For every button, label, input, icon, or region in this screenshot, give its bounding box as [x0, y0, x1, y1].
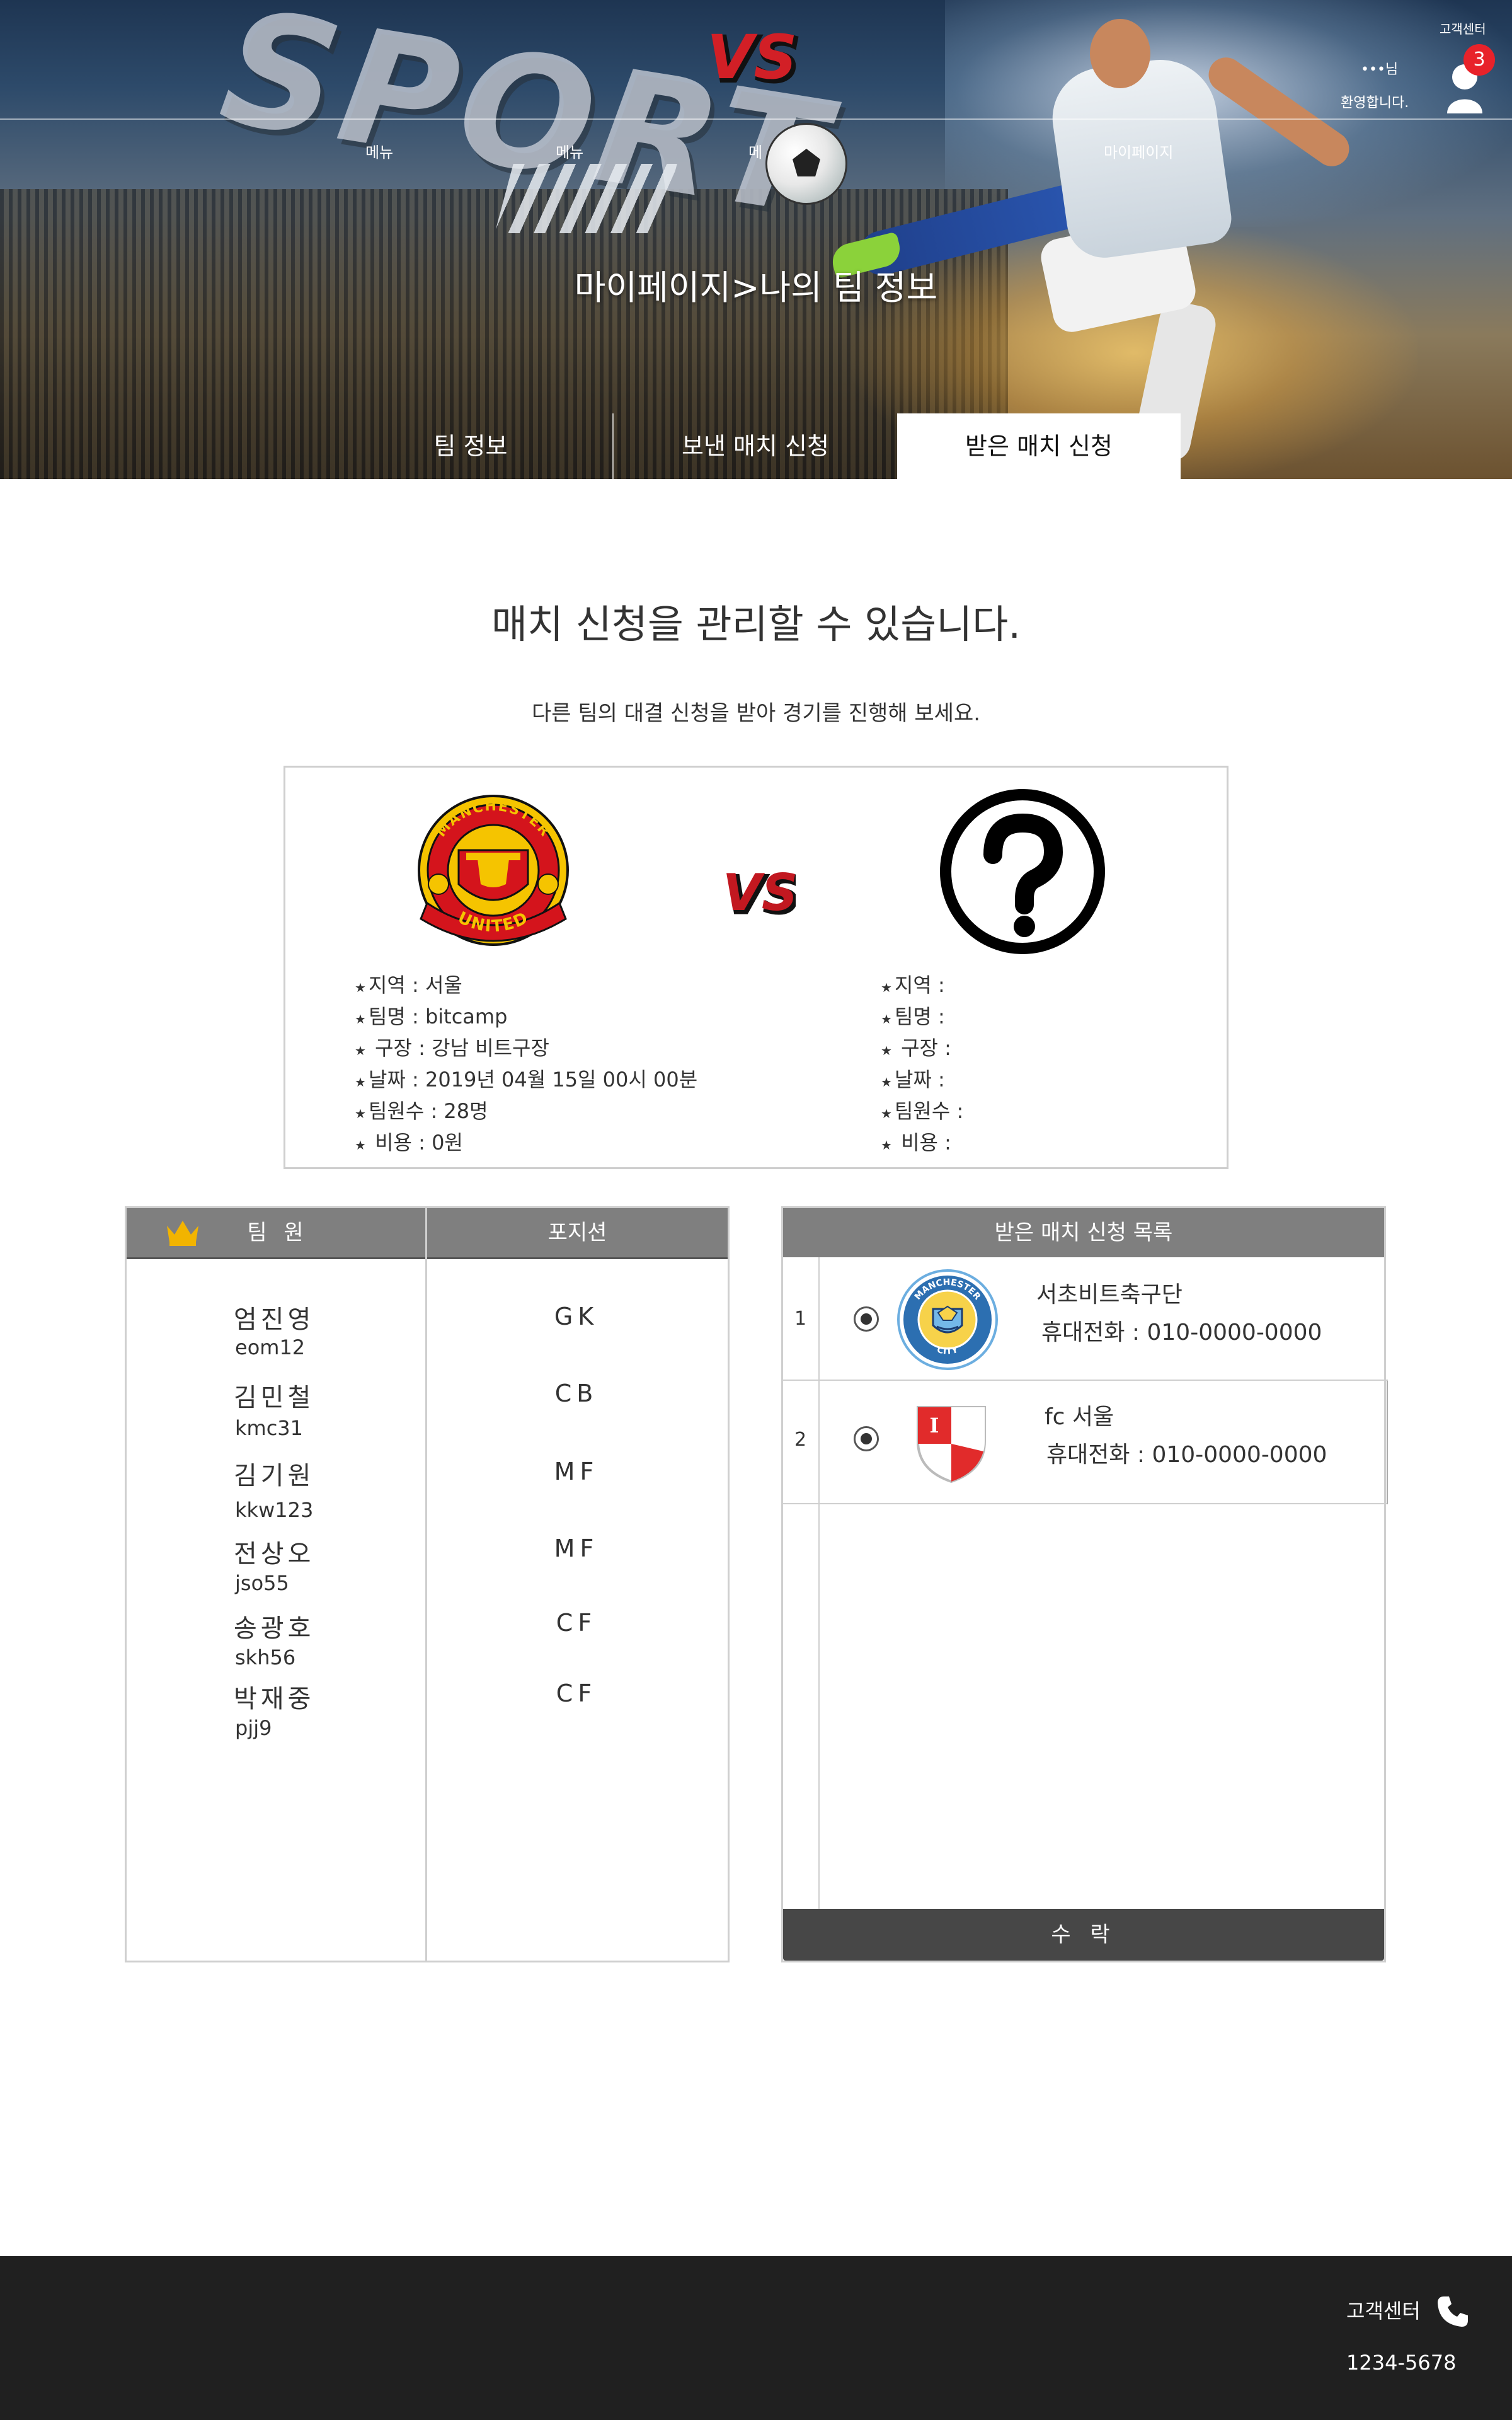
star-icon: ★: [881, 1138, 892, 1153]
star-icon: ★: [881, 1075, 892, 1090]
info-member-count: ★ 팀원수 :: [881, 1099, 964, 1123]
info-date: ★ 날짜 :: [881, 1068, 945, 1092]
member-name: 전상오: [234, 1540, 315, 1569]
info-cost: ★ 비용 :: [881, 1131, 951, 1155]
tab-sent-requests[interactable]: 보낸 매치 신청: [614, 413, 897, 479]
member-position: CF: [556, 1609, 597, 1637]
tab-received-requests[interactable]: 받은 매치 신청: [897, 413, 1181, 479]
intro-title: 매치 신청을 관리할 수 있습니다.: [491, 601, 1021, 647]
intro-subtitle: 다른 팀의 대결 신청을 받아 경기를 진행해 보세요.: [531, 701, 981, 726]
footer-phone-number: 1234-5678: [1346, 2351, 1457, 2375]
star-icon: ★: [881, 1011, 892, 1027]
member-position: CB: [554, 1380, 598, 1407]
tab-team-info[interactable]: 팀 정보: [329, 413, 612, 479]
member-name: 엄진영: [234, 1305, 315, 1334]
request-number: 1: [794, 1308, 807, 1330]
nav-divider: [0, 118, 1512, 120]
star-icon: ★: [355, 1138, 366, 1153]
star-icon: ★: [355, 1011, 366, 1027]
star-icon: ★: [355, 980, 366, 995]
info-team-name: ★ 팀명 :: [881, 1005, 945, 1028]
vs-logo-text: VS: [707, 22, 797, 93]
vs-divider-logo: VS VS: [723, 863, 796, 925]
request-team-name: fc 서울: [1045, 1404, 1114, 1430]
notification-badge[interactable]: 3: [1463, 44, 1495, 76]
info-cost: ★ 비용 : 0원: [355, 1131, 463, 1155]
position-header-label: 포지션: [547, 1220, 607, 1245]
member-id: pjj9: [235, 1716, 272, 1740]
match-card: MANCHESTER UNITED VS VS ★ 지역 : 서울 ★ 팀명 : b…: [284, 766, 1228, 1169]
hero-banner: SPORT VS VS 고객센터 •••님 환영합니다. 3 메뉴 메뉴 메 마…: [0, 0, 1512, 479]
request-team-phone: 휴대전화 : 010-0000-0000: [1046, 1442, 1327, 1468]
star-icon: ★: [881, 980, 892, 995]
member-position: MF: [554, 1458, 599, 1485]
player-arm: [1201, 50, 1356, 173]
member-name: 김기원: [234, 1461, 315, 1490]
greeting-message: 환영합니다.: [1341, 95, 1409, 111]
player-image: [819, 19, 1449, 464]
accept-button[interactable]: 수 락: [783, 1909, 1384, 1961]
star-icon: ★: [881, 1106, 892, 1121]
hero-stripes: [495, 164, 677, 233]
info-team-name: ★ 팀명 : bitcamp: [355, 1005, 508, 1028]
star-icon: ★: [355, 1043, 366, 1058]
request-team-name: 서초비트축구단: [1036, 1282, 1183, 1308]
crown-icon: [167, 1221, 198, 1246]
member-position: MF: [554, 1535, 599, 1562]
page-title: 마이페이지>나의 팀 정보: [574, 268, 938, 308]
footer-support-label: 고객센터: [1346, 2299, 1421, 2323]
manchester-city-crest-icon: MANCHESTER CITY: [897, 1269, 998, 1370]
star-icon: ★: [881, 1043, 892, 1058]
request-row[interactable]: 2 I fc 서울 휴대전화 : 010-0000-0000: [783, 1381, 1388, 1504]
info-region: ★ 지역 : 서울: [355, 973, 462, 997]
shield-crest-icon: I: [917, 1406, 986, 1484]
home-team-info: ★ 지역 : 서울 ★ 팀명 : bitcamp ★ 구장 : 강남 비트구장 ★ 날…: [355, 969, 697, 1158]
city-crest-bottom-text: CITY: [936, 1345, 959, 1357]
support-link[interactable]: 고객센터: [1440, 19, 1486, 37]
member-id: kkw123: [235, 1498, 314, 1522]
request-radio-button[interactable]: [854, 1426, 879, 1451]
member-position: GK: [554, 1303, 599, 1330]
info-region: ★ 지역 :: [881, 973, 945, 997]
vs-divider-text: VS: [723, 863, 796, 922]
header-rule: [127, 1257, 728, 1259]
player-head: [1090, 19, 1150, 88]
member-name: 김민철: [234, 1383, 315, 1412]
request-row[interactable]: 1 MANCHESTER CITY 서초비트축구단 휴대전화 : 010-000…: [783, 1257, 1388, 1381]
members-table-header: 팀 원 포지션: [127, 1208, 728, 1257]
request-number: 2: [794, 1429, 807, 1451]
nav-item-2[interactable]: 메뉴: [556, 140, 583, 162]
unknown-team-question-icon: [940, 789, 1105, 954]
greeting-name: •••님: [1361, 62, 1399, 78]
team-members-table: 팀 원 포지션 엄진영 eom12 GK 김민철 kmc31 CB 김기원 kk…: [125, 1206, 730, 1962]
member-id: eom12: [235, 1335, 306, 1359]
shield-crest-letter: I: [930, 1414, 939, 1438]
phone-icon[interactable]: [1435, 2294, 1470, 2329]
star-icon: ★: [355, 1075, 366, 1090]
member-name: 송광호: [234, 1614, 315, 1643]
received-requests-header: 받은 매치 신청 목록: [783, 1208, 1384, 1257]
member-name: 박재중: [234, 1685, 315, 1714]
member-position: CF: [556, 1680, 597, 1707]
star-icon: ★: [355, 1106, 366, 1121]
footer: 고객센터 1234-5678: [0, 2256, 1512, 2420]
nav-item-4[interactable]: 마이페이지: [1104, 140, 1173, 162]
info-stadium: ★ 구장 : 강남 비트구장: [355, 1036, 549, 1060]
nav-item-1[interactable]: 메뉴: [365, 140, 393, 162]
nav-item-3[interactable]: 메: [748, 140, 762, 162]
member-id: skh56: [235, 1645, 296, 1669]
info-member-count: ★ 팀원수 : 28명: [355, 1099, 488, 1123]
vs-logo[interactable]: VS VS: [706, 19, 806, 95]
members-header-label: 팀 원: [247, 1220, 309, 1245]
info-date: ★ 날짜 : 2019년 04월 15일 00시 00분: [355, 1068, 698, 1092]
received-requests-table: 받은 매치 신청 목록 1 MANCHESTER CITY 서초비트축구단 휴대…: [781, 1206, 1388, 1962]
member-id: kmc31: [235, 1416, 304, 1440]
request-radio-button[interactable]: [854, 1306, 879, 1332]
info-stadium: ★ 구장 :: [881, 1036, 951, 1060]
request-team-phone: 휴대전화 : 010-0000-0000: [1041, 1320, 1322, 1345]
away-team-info: ★ 지역 : ★ 팀명 : ★ 구장 : ★ 날짜 : ★ 팀원수 : ★ 비용 :: [881, 969, 963, 1158]
manchester-united-crest-icon: MANCHESTER UNITED: [418, 795, 569, 946]
member-id: jso55: [235, 1571, 289, 1595]
